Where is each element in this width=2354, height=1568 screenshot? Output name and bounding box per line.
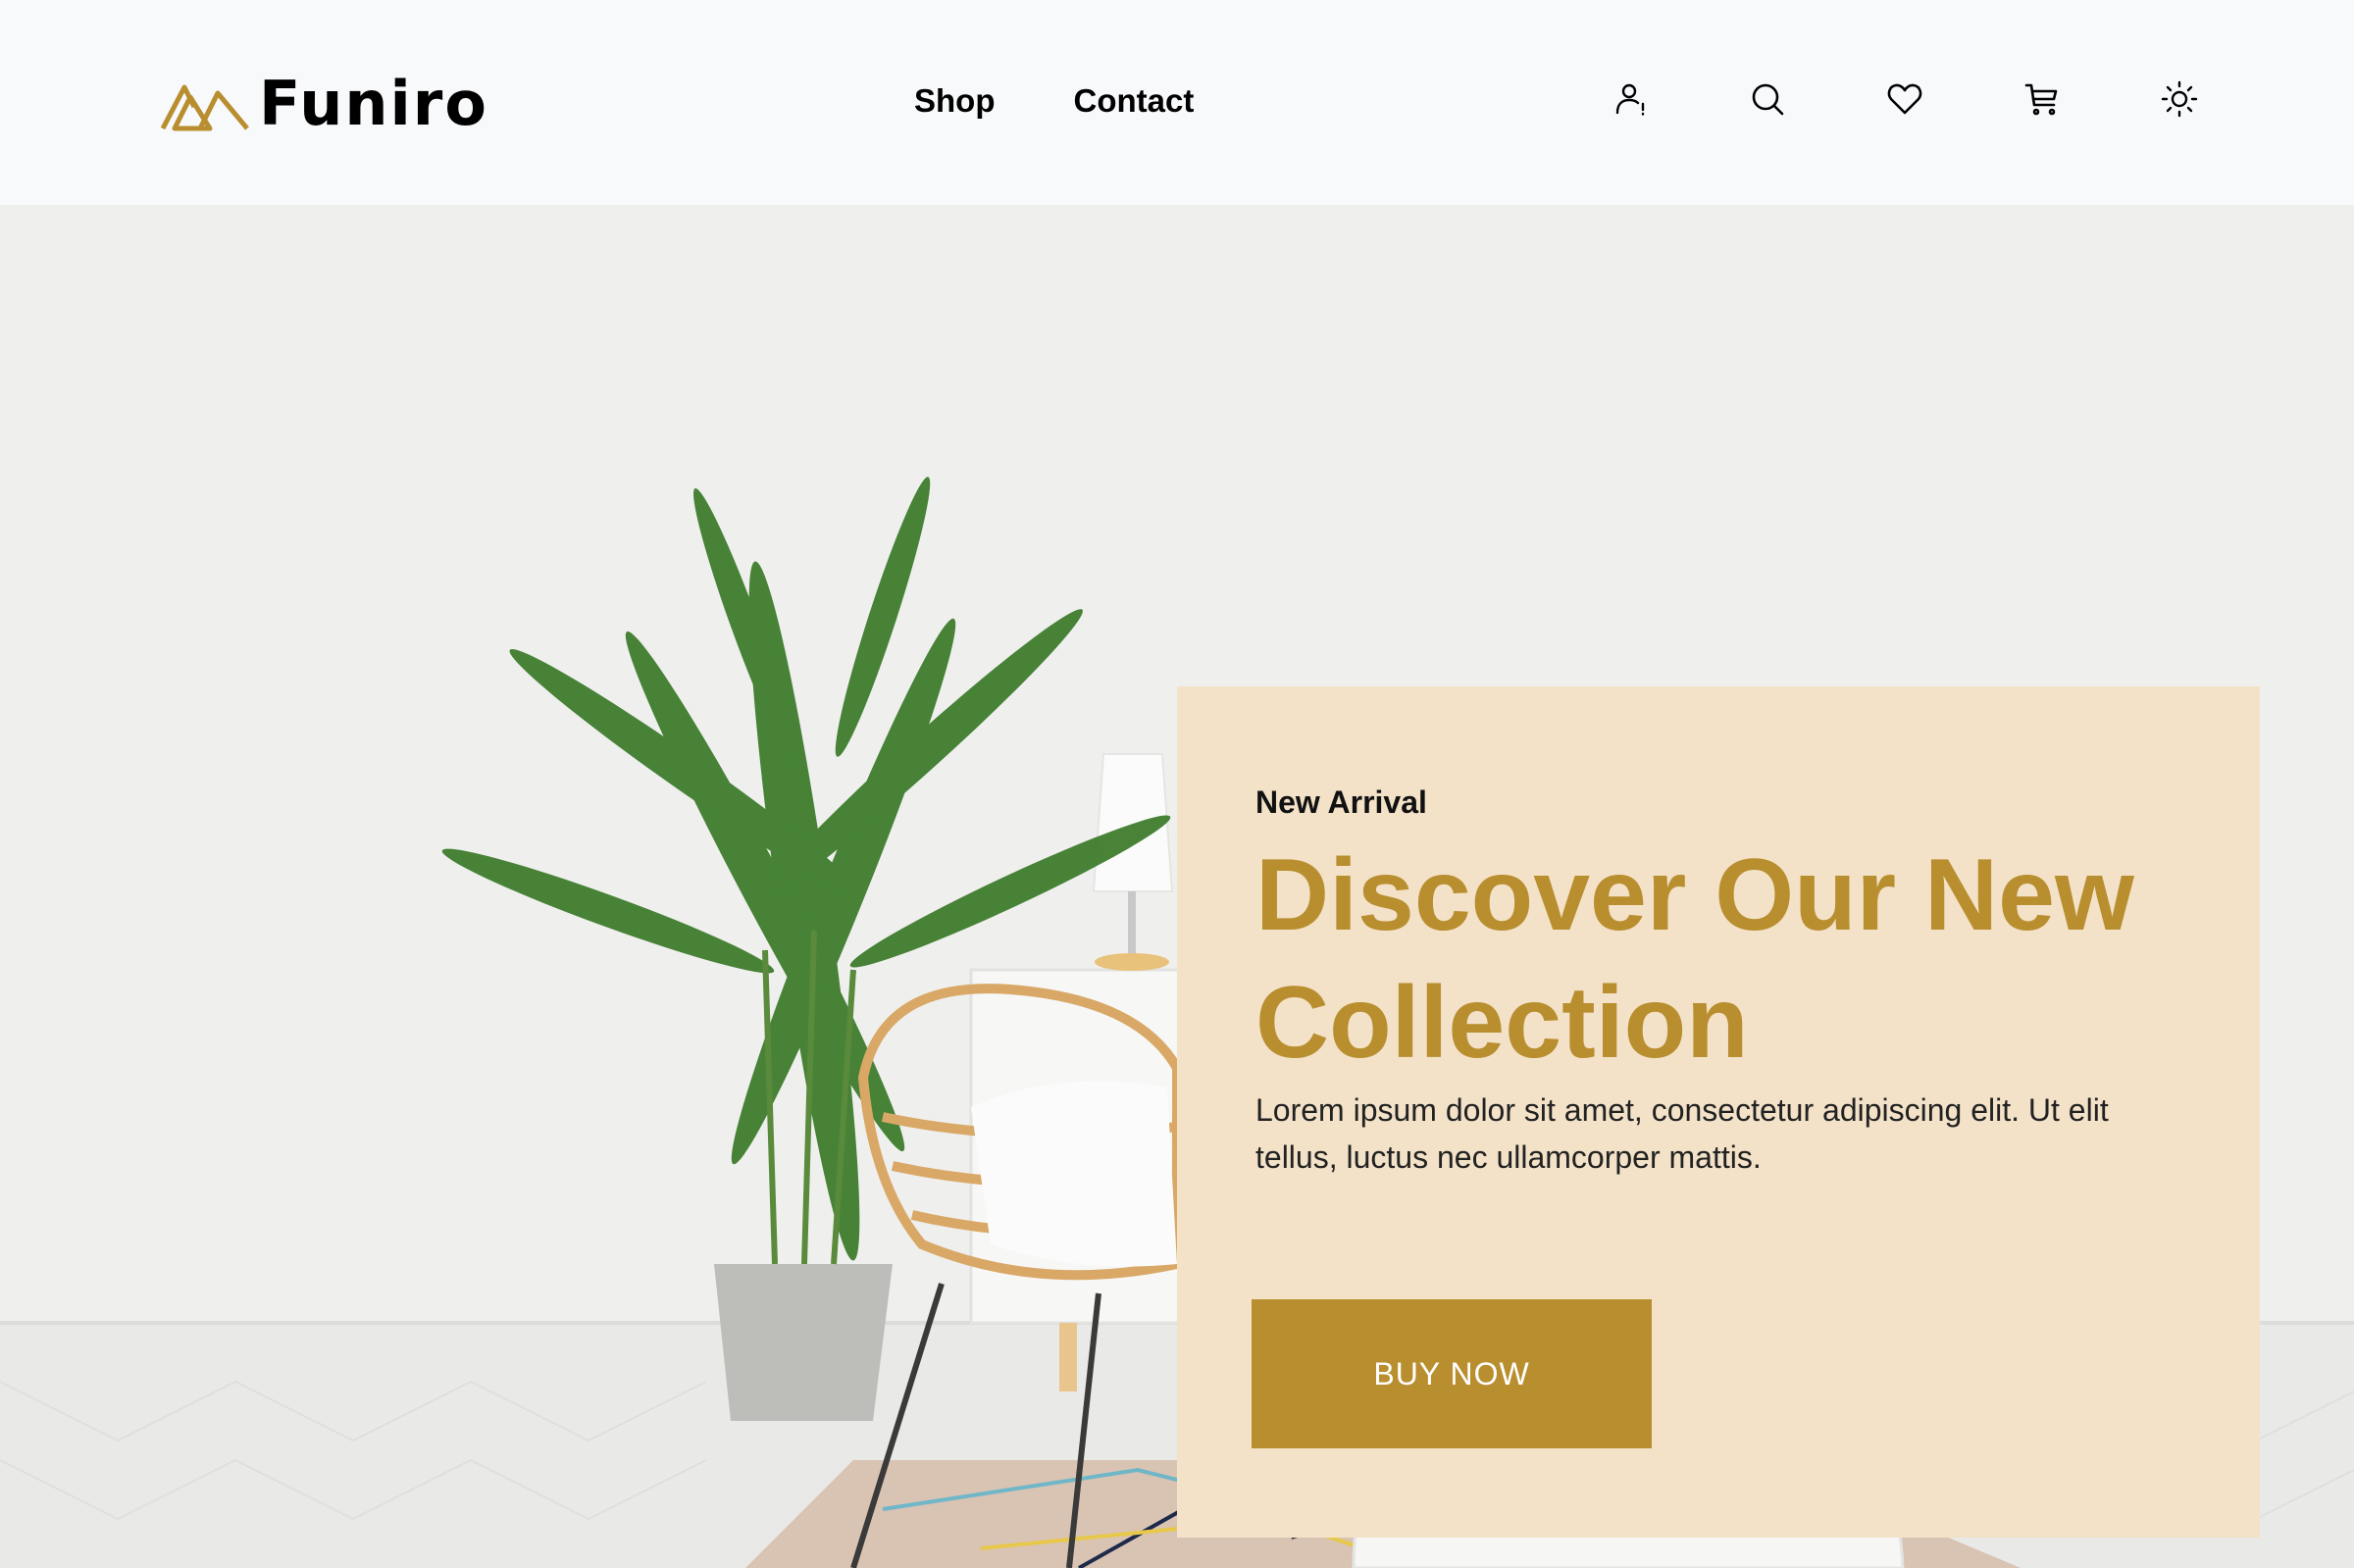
brand-name: Funiro: [259, 67, 488, 139]
site-header: Funiro Shop Contact: [0, 0, 2354, 205]
hero-banner: New Arrival Discover Our New Collection …: [0, 205, 2354, 1568]
nav-contact-link[interactable]: Contact: [1073, 82, 1194, 120]
account-alert-icon[interactable]: [1609, 76, 1654, 122]
logo-mark-icon: [161, 84, 249, 131]
brand-logo[interactable]: Funiro: [161, 67, 488, 139]
hero-description: Lorem ipsum dolor sit amet, consectetur …: [1255, 1092, 2109, 1175]
sun-icon[interactable]: [2157, 76, 2202, 122]
hero-eyebrow: New Arrival: [1255, 784, 1427, 820]
hero-title: Discover Our New Collection: [1255, 838, 2134, 1080]
cart-icon[interactable]: [2020, 76, 2065, 122]
header-icons: [1609, 76, 2198, 122]
main-nav: Shop Contact: [914, 82, 1194, 120]
heart-icon[interactable]: [1882, 76, 1927, 122]
hero-promo-card: New Arrival Discover Our New Collection …: [1177, 686, 2260, 1538]
nav-shop-link[interactable]: Shop: [914, 82, 995, 120]
search-icon[interactable]: [1745, 76, 1790, 122]
buy-now-button[interactable]: BUY NOW: [1252, 1299, 1652, 1448]
